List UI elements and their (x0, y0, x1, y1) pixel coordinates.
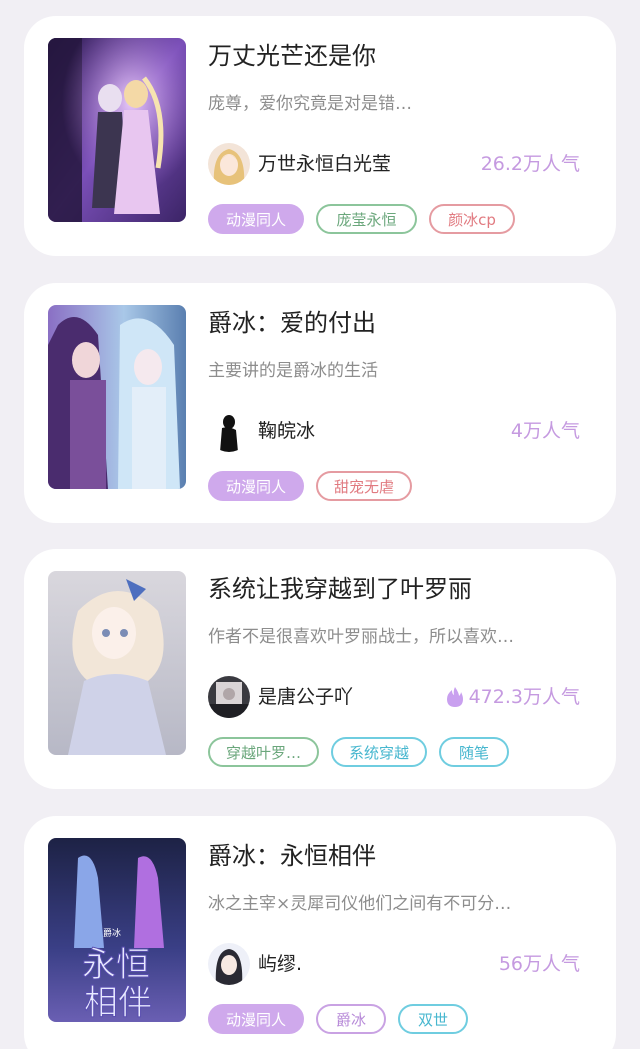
tag-list: 动漫同人 庞莹永恒 颜冰cp (208, 204, 516, 234)
cover-art-doll-girl-icon (48, 571, 186, 755)
author-avatar[interactable] (208, 410, 250, 452)
tag[interactable]: 爵冰 (316, 1004, 387, 1034)
cover-small-text: 爵冰 (103, 927, 121, 939)
author-row: 鞠皖冰 4万人气 (208, 410, 580, 454)
author-row: 是唐公子吖 472.3万人气 (208, 676, 580, 720)
author-row: 屿缪. 56万人气 (208, 943, 580, 987)
story-cover[interactable] (48, 305, 186, 489)
avatar-photo-icon (208, 676, 250, 718)
story-cover[interactable]: 爵冰 永恒 相伴 (48, 838, 186, 1022)
story-description: 主要讲的是爵冰的生活 (208, 361, 378, 381)
popularity: 472.3万人气 (446, 682, 580, 712)
tag[interactable]: 甜宠无虐 (316, 471, 413, 501)
story-card[interactable]: 系统让我穿越到了叶罗丽 作者不是很喜欢叶罗丽战士，所以喜欢… 是唐公子吖 472… (24, 549, 616, 789)
author-avatar[interactable] (208, 676, 250, 718)
tag[interactable]: 系统穿越 (331, 737, 428, 767)
tag[interactable]: 随笔 (439, 737, 510, 767)
cover-art-purple-couple-icon (48, 38, 186, 222)
author-name[interactable]: 鞠皖冰 (258, 416, 315, 446)
popularity-count: 472.3万人气 (468, 686, 580, 708)
popularity: 4万人气 (511, 416, 580, 446)
author-row: 万世永恒白光莹 26.2万人气 (208, 143, 580, 187)
story-card[interactable]: 爵冰 永恒 相伴 爵冰：永恒相伴 冰之主宰×灵犀司仪他们之间有不可分… 屿缪. … (24, 816, 616, 1049)
cover-large-text: 相伴 (84, 983, 152, 1022)
avatar-blonde-girl-icon (208, 143, 250, 185)
popularity-count: 56万人气 (498, 953, 580, 975)
author-avatar[interactable] (208, 943, 250, 985)
cover-large-text: 永恒 (82, 945, 150, 985)
author-name[interactable]: 万世永恒白光莹 (258, 149, 391, 179)
author-name[interactable]: 屿缪. (258, 949, 302, 979)
story-title[interactable]: 爵冰：爱的付出 (208, 303, 588, 343)
story-description: 作者不是很喜欢叶罗丽战士，所以喜欢… (208, 627, 514, 647)
story-title[interactable]: 系统让我穿越到了叶罗丽 (208, 569, 588, 609)
popularity-count: 4万人气 (510, 420, 580, 442)
tag[interactable]: 动漫同人 (208, 204, 305, 234)
tag[interactable]: 穿越叶罗… (208, 737, 320, 767)
flame-icon (446, 687, 463, 707)
tag-list: 动漫同人 甜宠无虐 (208, 471, 413, 501)
cover-art-eternal-companion-icon: 爵冰 永恒 相伴 (48, 838, 186, 1022)
popularity: 56万人气 (499, 949, 580, 979)
story-title[interactable]: 万丈光芒还是你 (208, 36, 588, 76)
tag[interactable]: 颜冰cp (429, 204, 516, 234)
popularity: 26.2万人气 (481, 149, 580, 179)
tag[interactable]: 动漫同人 (208, 1004, 305, 1034)
story-cover[interactable] (48, 571, 186, 755)
tag-list: 动漫同人 爵冰 双世 (208, 1004, 469, 1034)
tag-list: 穿越叶罗… 系统穿越 随笔 (208, 737, 510, 767)
author-avatar[interactable] (208, 143, 250, 185)
story-description: 冰之主宰×灵犀司仪他们之间有不可分… (208, 894, 512, 914)
story-list: 万丈光芒还是你 庞尊，爱你究竟是对是错… 万世永恒白光莹 26.2万人气 动漫同… (0, 0, 640, 1049)
popularity-count: 26.2万人气 (480, 153, 580, 175)
avatar-dark-hair-girl-icon (208, 943, 250, 985)
story-title[interactable]: 爵冰：永恒相伴 (208, 836, 588, 876)
cover-art-blue-pair-icon (48, 305, 186, 489)
avatar-silhouette-icon (208, 410, 250, 452)
story-card[interactable]: 万丈光芒还是你 庞尊，爱你究竟是对是错… 万世永恒白光莹 26.2万人气 动漫同… (24, 16, 616, 256)
story-cover[interactable] (48, 38, 186, 222)
story-card[interactable]: 爵冰：爱的付出 主要讲的是爵冰的生活 鞠皖冰 4万人气 动漫同人 甜宠无虐 (24, 283, 616, 523)
story-description: 庞尊，爱你究竟是对是错… (208, 94, 412, 114)
tag[interactable]: 动漫同人 (208, 471, 305, 501)
tag[interactable]: 庞莹永恒 (316, 204, 418, 234)
author-name[interactable]: 是唐公子吖 (258, 682, 353, 712)
tag[interactable]: 双世 (398, 1004, 469, 1034)
